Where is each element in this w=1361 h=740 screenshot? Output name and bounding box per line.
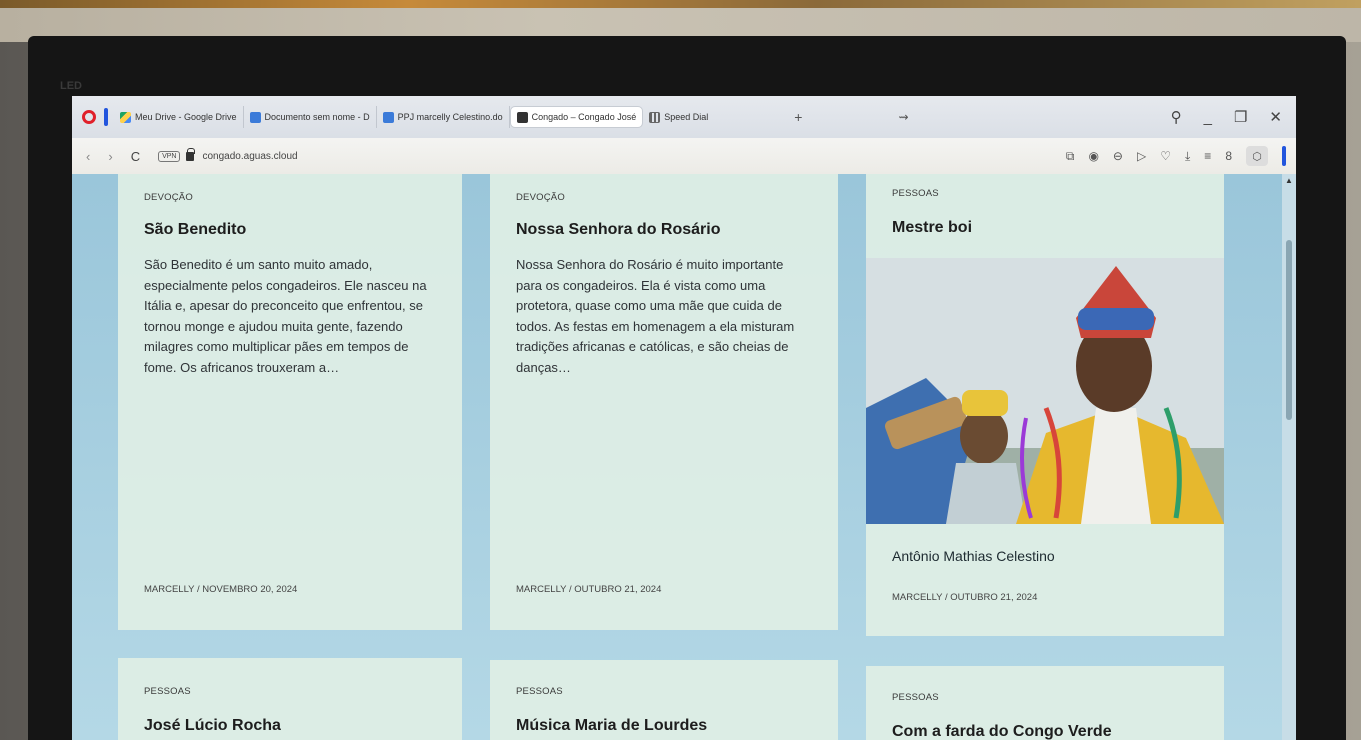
- post-title[interactable]: Mestre boi: [892, 219, 1198, 237]
- opera-logo-icon[interactable]: [82, 110, 96, 124]
- profile-icon[interactable]: 8: [1225, 149, 1232, 163]
- new-tab-button[interactable]: +: [794, 109, 802, 125]
- post-excerpt: São Benedito é um santo muito amado, esp…: [144, 257, 427, 375]
- sidebar-indicator: [104, 108, 108, 126]
- camera-icon[interactable]: ◉: [1088, 149, 1098, 163]
- speed-dial-icon: [649, 111, 661, 123]
- post-excerpt: Nossa Senhora do Rosário é muito importa…: [516, 257, 795, 375]
- monitor-screen: Meu Drive - Google Drive Documento sem n…: [72, 96, 1296, 740]
- scroll-up-icon[interactable]: ▲: [1285, 176, 1293, 185]
- screenshot-icon[interactable]: ⧉: [1066, 149, 1075, 164]
- tab-documento-sem-nome[interactable]: Documento sem nome - D: [244, 106, 377, 128]
- heart-icon[interactable]: ♡: [1160, 149, 1171, 163]
- google-drive-icon: [120, 111, 131, 123]
- post-category[interactable]: PESSOAS: [892, 188, 1198, 199]
- extensions-icon[interactable]: ⬡: [1246, 146, 1268, 166]
- web-page: DEVOÇÃO São Benedito São Benedito é um s…: [72, 174, 1296, 740]
- address-bar: ‹ › C VPN congado.aguas.cloud ⧉ ◉ ⊖ ▷ ♡ …: [72, 138, 1296, 174]
- post-featured-image[interactable]: [866, 258, 1224, 524]
- tab-congado[interactable]: Congado – Congado José: [509, 106, 644, 128]
- browser-toolbar: ⧉ ◉ ⊖ ▷ ♡ ⤓ ≡ 8 ⬡: [1066, 138, 1286, 174]
- post-category[interactable]: DEVOÇÃO: [144, 192, 436, 203]
- globe-icon: [516, 111, 528, 123]
- browser-tab-bar: Meu Drive - Google Drive Documento sem n…: [72, 96, 1296, 138]
- page-scrollbar[interactable]: ▲: [1282, 174, 1296, 740]
- post-meta[interactable]: MARCELLY / OUTUBRO 21, 2024: [892, 592, 1037, 603]
- post-title[interactable]: Com a farda do Congo Verde: [892, 723, 1198, 740]
- player-icon[interactable]: ▷: [1137, 149, 1146, 163]
- mestre-boi-photo: [866, 258, 1224, 524]
- post-title[interactable]: José Lúcio Rocha: [144, 717, 436, 735]
- post-title[interactable]: Música Maria de Lourdes: [516, 717, 812, 735]
- close-icon[interactable]: ✕: [1269, 108, 1282, 126]
- post-card[interactable]: PESSOAS Com a farda do Congo Verde: [866, 666, 1224, 740]
- lock-icon[interactable]: [186, 147, 196, 161]
- post-card[interactable]: DEVOÇÃO São Benedito São Benedito é um s…: [118, 174, 462, 630]
- tab-label: Documento sem nome - D: [264, 112, 370, 122]
- tab-label: Speed Dial: [664, 112, 709, 122]
- tab-speed-dial[interactable]: Speed Dial: [643, 106, 714, 128]
- tab-menu-icon[interactable]: ⇝: [898, 110, 908, 124]
- wood-frame: [0, 0, 1361, 8]
- post-excerpt: Antônio Mathias Celestino: [892, 548, 1055, 564]
- post-card[interactable]: PESSOAS Mestre boi Antônio Mathias Celes…: [866, 174, 1224, 636]
- vpn-badge[interactable]: VPN: [158, 150, 181, 162]
- restore-icon[interactable]: ❐: [1234, 108, 1247, 126]
- download-icon[interactable]: ⤓: [1185, 149, 1190, 164]
- tab-label: Congado – Congado José: [531, 112, 637, 122]
- scrollbar-thumb[interactable]: [1286, 240, 1292, 420]
- google-docs-icon: [249, 111, 261, 123]
- minimize-icon[interactable]: _: [1204, 109, 1212, 126]
- search-tabs-icon[interactable]: ⚲: [1171, 108, 1182, 126]
- tab-google-drive[interactable]: Meu Drive - Google Drive: [114, 106, 244, 128]
- google-docs-icon: [382, 111, 394, 123]
- sidebar-toggle[interactable]: [1282, 146, 1286, 166]
- post-meta[interactable]: MARCELLY / OUTUBRO 21, 2024: [516, 584, 661, 595]
- window-controls: ⚲ _ ❐ ✕: [1171, 96, 1296, 138]
- post-category[interactable]: PESSOAS: [892, 692, 1198, 703]
- post-meta[interactable]: MARCELLY / NOVEMBRO 20, 2024: [144, 584, 297, 595]
- post-card[interactable]: PESSOAS José Lúcio Rocha: [118, 658, 462, 740]
- reload-icon[interactable]: C: [131, 149, 140, 164]
- post-title[interactable]: Nossa Senhora do Rosário: [516, 221, 812, 239]
- adblock-icon[interactable]: ⊖: [1113, 149, 1123, 163]
- easy-setup-icon[interactable]: ≡: [1204, 149, 1211, 163]
- post-card[interactable]: DEVOÇÃO Nossa Senhora do Rosário Nossa S…: [490, 174, 838, 630]
- post-category[interactable]: DEVOÇÃO: [516, 192, 812, 203]
- tab-label: Meu Drive - Google Drive: [135, 112, 237, 122]
- post-title[interactable]: São Benedito: [144, 221, 436, 239]
- back-icon[interactable]: ‹: [86, 149, 90, 164]
- tab-label: PPJ marcelly Celestino.do: [397, 112, 503, 122]
- url-field[interactable]: congado.aguas.cloud: [202, 151, 297, 162]
- tab-ppj-document[interactable]: PPJ marcelly Celestino.do: [377, 106, 510, 128]
- forward-icon[interactable]: ›: [108, 149, 112, 164]
- post-card[interactable]: PESSOAS Música Maria de Lourdes: [490, 660, 838, 740]
- monitor-brand-label: LED: [60, 80, 82, 92]
- post-category[interactable]: PESSOAS: [516, 686, 812, 697]
- post-category[interactable]: PESSOAS: [144, 686, 436, 697]
